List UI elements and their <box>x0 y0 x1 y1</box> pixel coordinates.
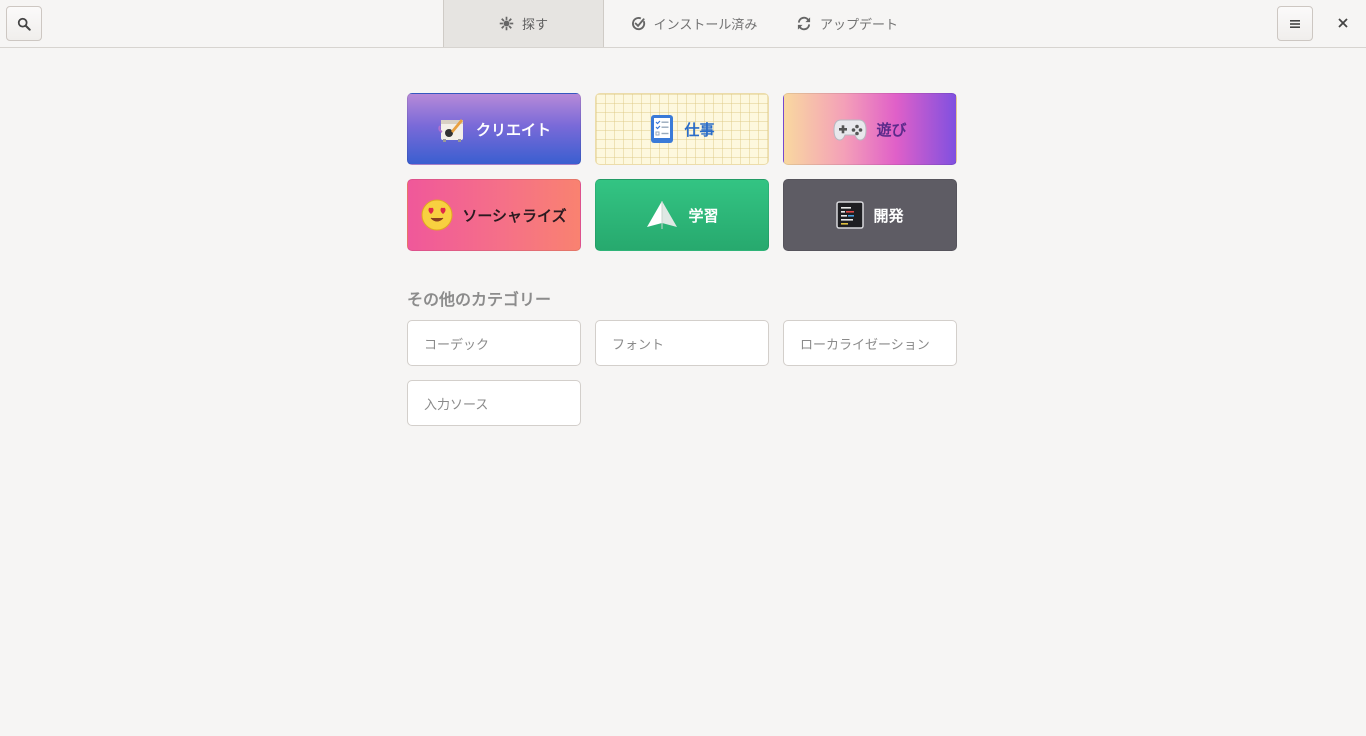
category-tile-create[interactable]: クリエイト <box>407 93 581 165</box>
tab-installed-label: インストール済み <box>653 18 758 33</box>
category-tile-work-label: 仕事 <box>684 120 715 139</box>
close-window-button[interactable] <box>1330 10 1356 36</box>
category-tile-create-label: クリエイト <box>475 120 551 139</box>
category-button-fonts-label: フォント <box>612 337 665 353</box>
category-tile-work[interactable]: 仕事 <box>595 93 769 165</box>
close-icon <box>1338 18 1348 28</box>
category-tile-learn-label: 学習 <box>688 206 719 225</box>
check-circle-icon <box>631 17 645 31</box>
category-tile-play-label: 遊び <box>876 120 907 139</box>
hamburger-menu-icon <box>1290 19 1300 28</box>
tab-explore-label: 探す <box>521 18 548 33</box>
category-button-codecs-label: コーデック <box>424 337 490 353</box>
paint-canvas-icon <box>437 114 467 144</box>
tab-explore[interactable]: 探す <box>443 0 604 47</box>
header-bar: 探す インストール済み アップデート <box>0 0 1366 48</box>
main-menu-button[interactable] <box>1277 6 1313 41</box>
gamepad-icon <box>833 116 867 142</box>
refresh-icon <box>797 16 811 31</box>
view-switcher: 探す インストール済み アップデート <box>443 0 914 47</box>
search-button[interactable] <box>6 6 42 41</box>
category-button-localization[interactable]: ローカライゼーション <box>783 320 957 366</box>
category-tile-socialize[interactable]: ソーシャライズ <box>407 179 581 251</box>
other-categories-heading: その他のカテゴリー <box>407 290 552 309</box>
category-button-localization-label: ローカライゼーション <box>800 337 930 353</box>
checklist-icon <box>649 114 675 144</box>
tab-updates-label: アップデート <box>819 18 898 33</box>
category-tile-learn[interactable]: 学習 <box>595 179 769 251</box>
category-button-input-sources-label: 入力ソース <box>424 397 489 413</box>
tab-installed[interactable]: インストール済み <box>604 0 784 47</box>
tab-updates[interactable]: アップデート <box>784 0 914 47</box>
terminal-code-icon <box>836 201 865 229</box>
category-tile-play[interactable]: 遊び <box>783 93 957 165</box>
category-tile-socialize-label: ソーシャライズ <box>462 206 567 225</box>
search-icon <box>17 17 31 31</box>
category-tile-develop[interactable]: 開発 <box>783 179 957 251</box>
category-button-input-sources[interactable]: 入力ソース <box>407 380 581 426</box>
category-button-fonts[interactable]: フォント <box>595 320 769 366</box>
category-button-codecs[interactable]: コーデック <box>407 320 581 366</box>
heart-eyes-emoji-icon <box>421 199 453 231</box>
category-tile-develop-label: 開発 <box>873 206 904 225</box>
explore-icon <box>499 16 514 31</box>
paper-plane-icon <box>645 199 679 231</box>
